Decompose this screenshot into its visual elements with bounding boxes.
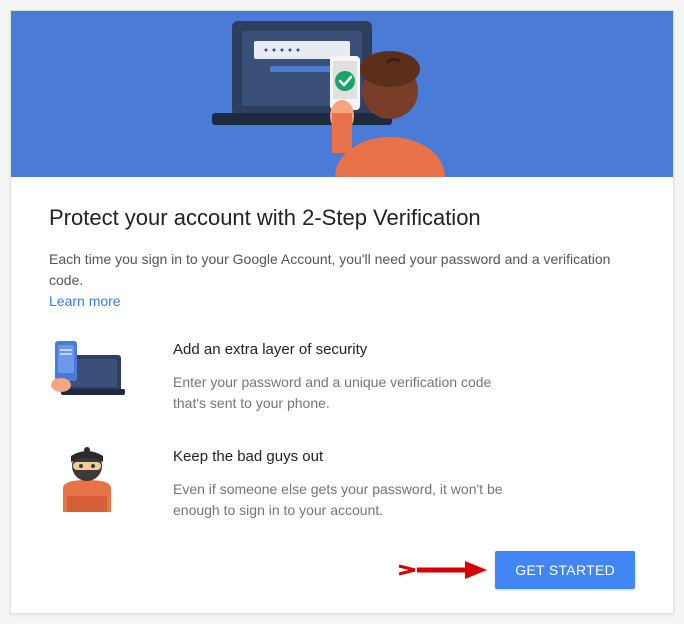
arrow-annotation-icon (397, 558, 487, 582)
feature-item: Keep the bad guys out Even if someone el… (49, 444, 635, 521)
feature-item: Add an extra layer of security Enter you… (49, 337, 635, 414)
learn-more-link[interactable]: Learn more (49, 293, 121, 309)
feature-description: Even if someone else gets your password,… (173, 479, 523, 521)
feature-title: Keep the bad guys out (173, 448, 635, 465)
phone-laptop-icon (49, 337, 125, 405)
feature-title: Add an extra layer of security (173, 341, 635, 358)
page-subtitle: Each time you sign in to your Google Acc… (49, 249, 635, 291)
feature-text: Keep the bad guys out Even if someone el… (173, 444, 635, 521)
verification-card: Protect your account with 2-Step Verific… (10, 10, 674, 614)
hero-illustration (192, 11, 492, 177)
content-area: Protect your account with 2-Step Verific… (11, 177, 673, 613)
get-started-button[interactable]: GET STARTED (495, 551, 635, 589)
footer-actions: GET STARTED (49, 551, 635, 589)
feature-list: Add an extra layer of security Enter you… (49, 337, 635, 521)
burglar-icon (49, 444, 125, 512)
feature-description: Enter your password and a unique verific… (173, 372, 523, 414)
feature-text: Add an extra layer of security Enter you… (173, 337, 635, 414)
hero-banner (11, 11, 673, 177)
page-title: Protect your account with 2-Step Verific… (49, 205, 635, 231)
